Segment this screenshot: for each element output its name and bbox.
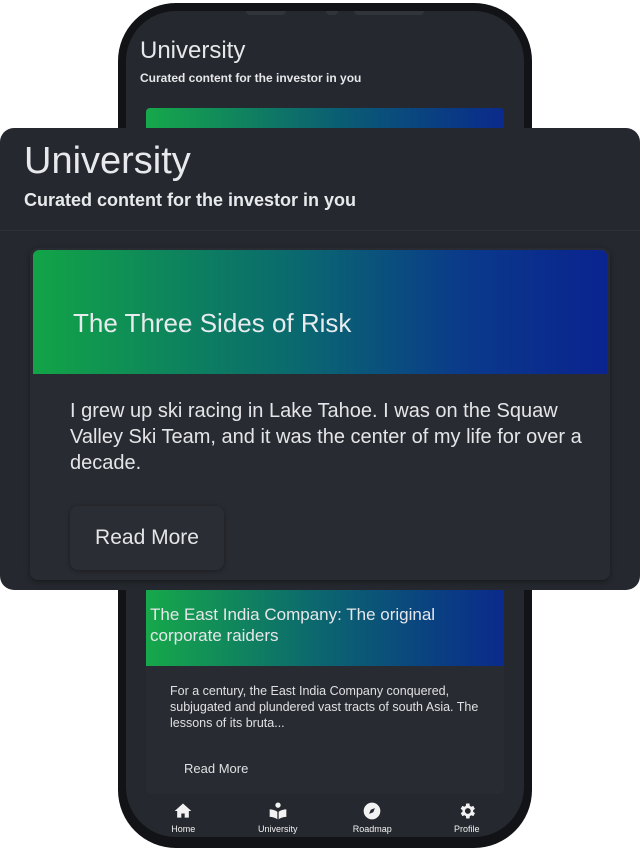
bottom-nav: Home University Roadmap Profile xyxy=(126,801,524,837)
nav-item-home[interactable]: Home xyxy=(143,801,223,834)
zoomed-header-panel: University Curated content for the inves… xyxy=(0,128,640,590)
nav-label: University xyxy=(257,824,298,834)
page-title: University xyxy=(140,37,246,64)
nav-item-roadmap[interactable]: Roadmap xyxy=(332,801,412,834)
nav-item-university[interactable]: University xyxy=(238,801,318,834)
article-card[interactable]: The Three Sides of Risk I grew up ski ra… xyxy=(30,248,610,580)
home-icon xyxy=(174,803,192,818)
read-more-button[interactable]: Read More xyxy=(184,761,248,776)
status-bar xyxy=(126,11,524,21)
article-excerpt: I grew up ski racing in Lake Tahoe. I wa… xyxy=(70,400,582,474)
read-more-button[interactable]: Read More xyxy=(70,506,224,570)
nav-item-profile[interactable]: Profile xyxy=(427,801,507,834)
article-title: The East India Company: The original cor… xyxy=(150,605,436,645)
article-excerpt: For a century, the East India Company co… xyxy=(170,684,479,730)
nav-label: Home xyxy=(171,824,196,834)
article-card-hero: The Three Sides of Risk xyxy=(33,250,607,374)
gear-icon xyxy=(460,803,475,819)
page-subtitle: Curated content for the investor in you xyxy=(140,71,362,85)
nav-label: Roadmap xyxy=(352,824,392,834)
page-subtitle: Curated content for the investor in you xyxy=(24,190,357,210)
compass-icon xyxy=(363,802,381,820)
nav-label: Profile xyxy=(453,824,480,834)
reading-person-icon xyxy=(269,802,287,820)
page-title: University xyxy=(24,140,191,182)
divider xyxy=(0,230,640,231)
article-title: The Three Sides of Risk xyxy=(73,308,352,338)
